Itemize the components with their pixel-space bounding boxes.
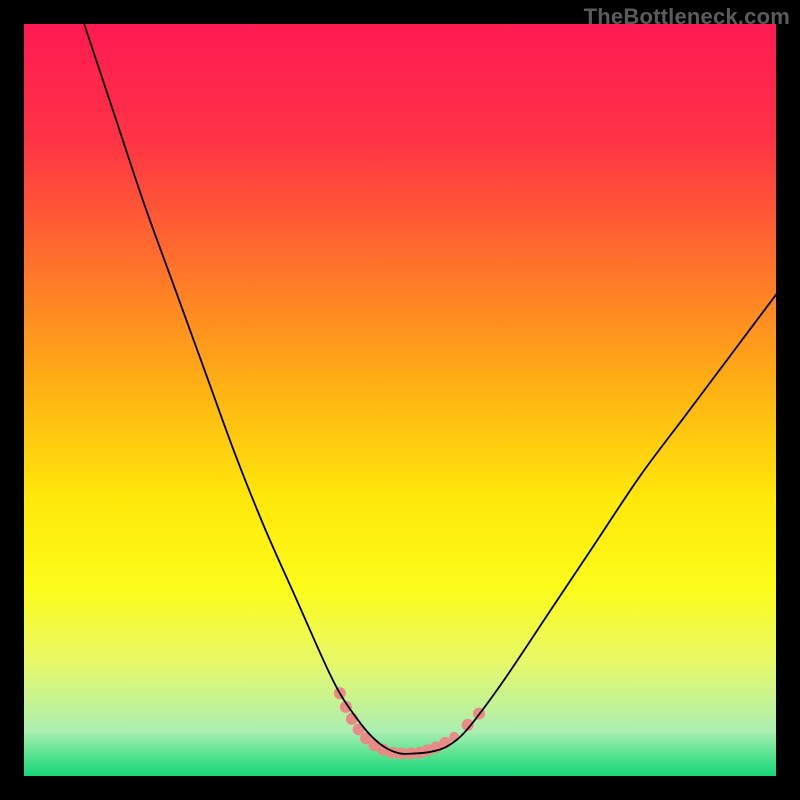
chart-svg — [24, 24, 776, 776]
chart-background — [24, 24, 776, 776]
marker-point — [449, 732, 459, 742]
chart-frame: TheBottleneck.com — [0, 0, 800, 800]
plot-area — [24, 24, 776, 776]
